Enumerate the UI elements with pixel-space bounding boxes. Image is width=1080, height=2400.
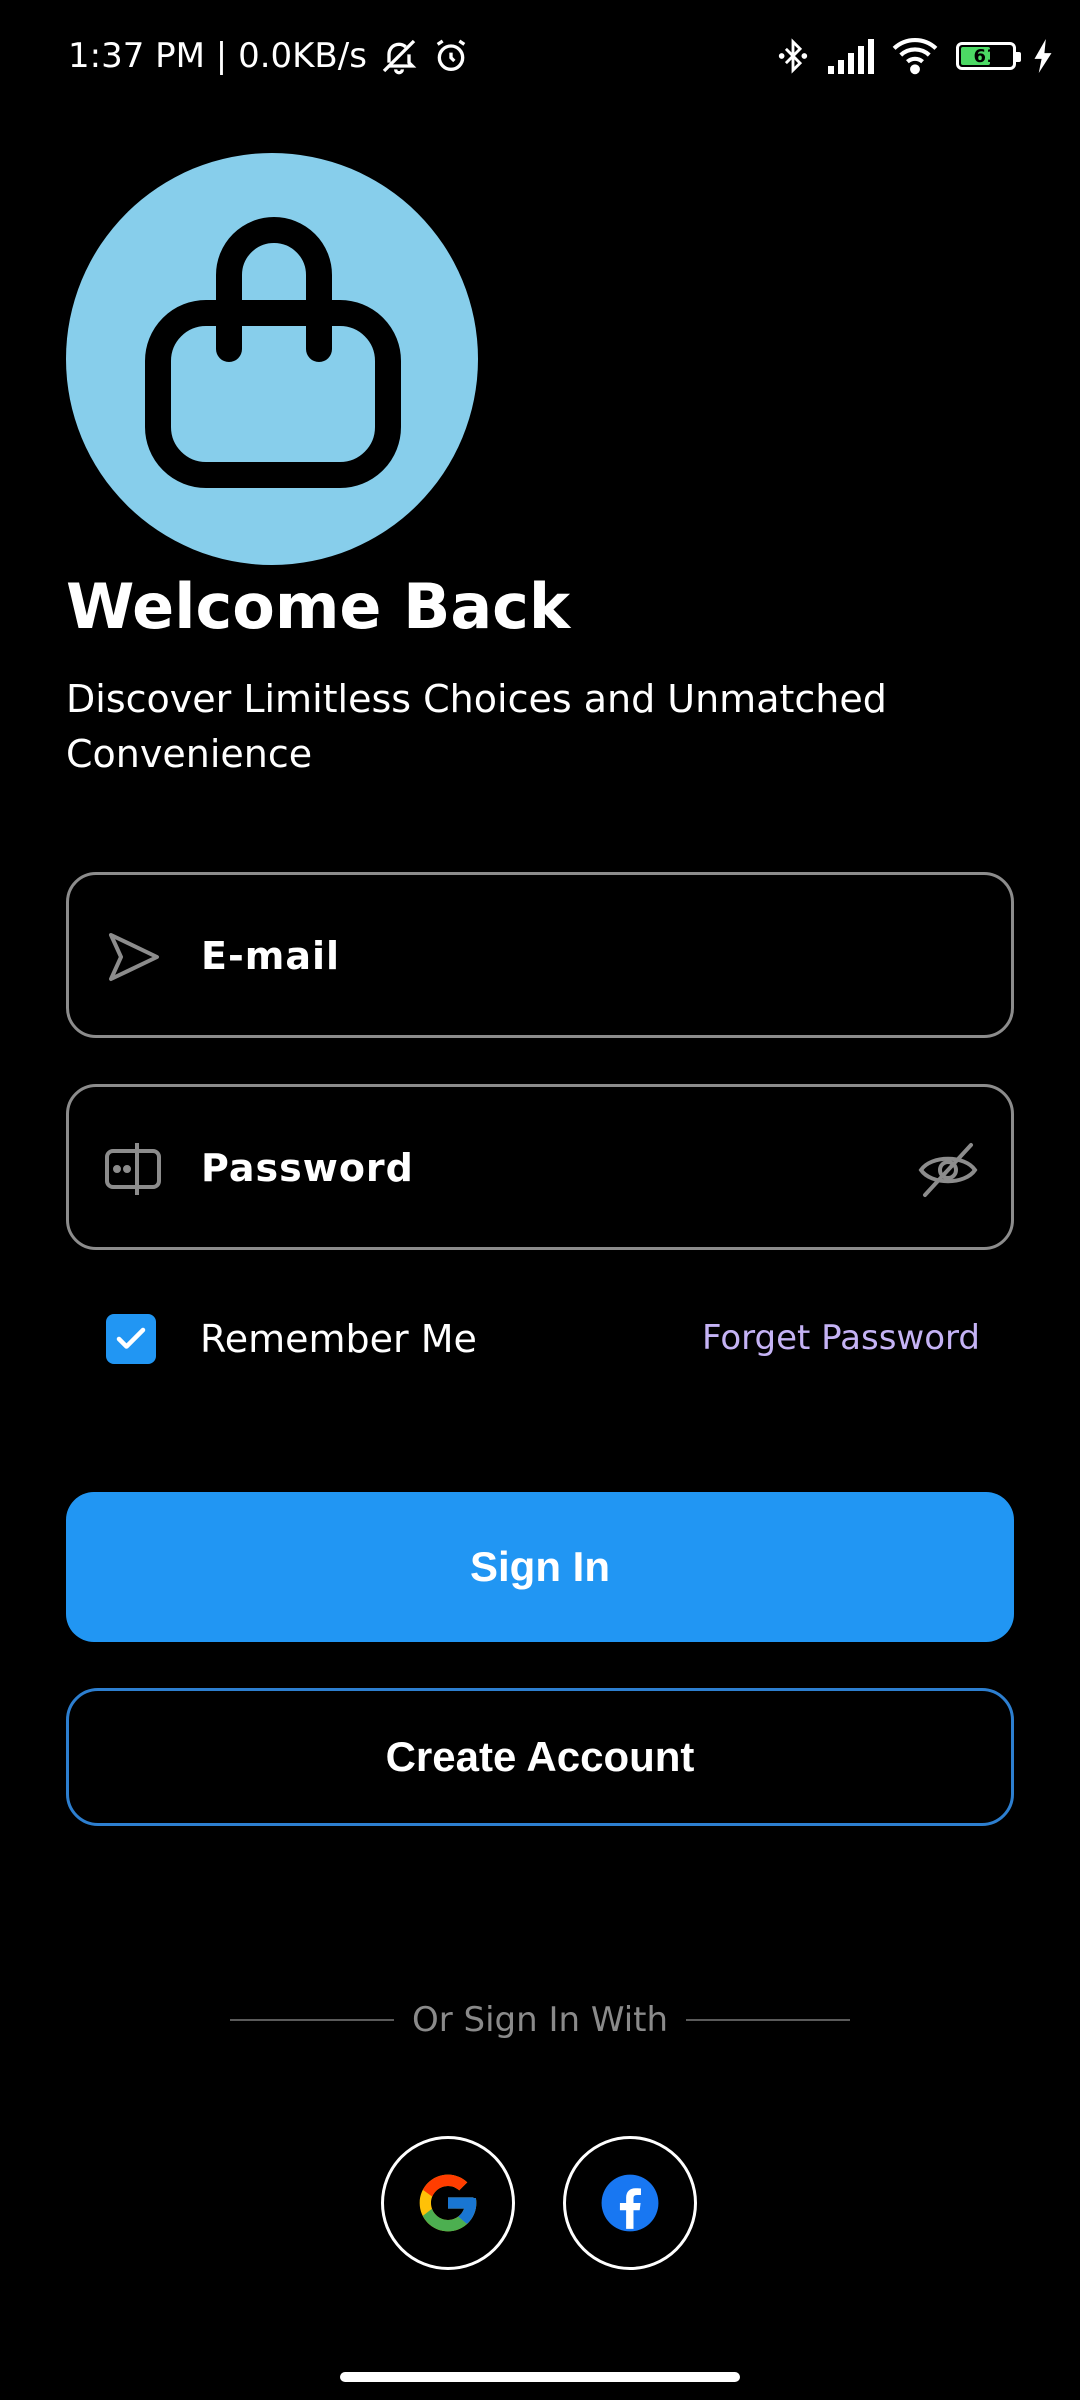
page-title: Welcome Back	[66, 570, 571, 643]
social-divider: Or Sign In With	[230, 2000, 851, 2040]
battery-level: 61	[973, 45, 999, 67]
battery-nub	[1016, 52, 1021, 62]
create-account-button[interactable]: Create Account	[66, 1688, 1014, 1826]
remember-me-label: Remember Me	[200, 1317, 477, 1361]
eye-off-icon[interactable]	[917, 1139, 979, 1201]
forget-password-link[interactable]: Forget Password	[702, 1318, 980, 1358]
wifi-icon	[892, 38, 938, 75]
status-left: 1:37 PM | 0.0KB/s	[68, 36, 471, 76]
password-field[interactable]	[66, 1084, 1014, 1250]
status-bar: 1:37 PM | 0.0KB/s 61	[0, 0, 1080, 120]
status-time: 1:37 PM | 0.0KB/s	[68, 36, 367, 76]
facebook-icon	[601, 2174, 659, 2232]
status-right: 61	[776, 36, 1052, 76]
divider-line-left	[230, 2019, 394, 2021]
sign-in-button[interactable]: Sign In	[66, 1492, 1014, 1642]
send-icon	[109, 933, 159, 981]
shopping-bag-icon	[145, 217, 401, 488]
charging-icon	[1034, 39, 1052, 73]
signal-icon	[828, 39, 874, 74]
alarm-icon	[436, 39, 466, 71]
home-indicator[interactable]	[340, 2372, 740, 2382]
mute-notification-icon	[382, 39, 417, 75]
google-sign-in-button[interactable]	[381, 2136, 515, 2270]
bluetooth-icon	[778, 38, 808, 74]
facebook-sign-in-button[interactable]	[563, 2136, 697, 2270]
divider-text: Or Sign In With	[411, 2000, 669, 2040]
app-logo	[66, 153, 478, 565]
email-field[interactable]	[66, 872, 1014, 1038]
password-icon	[105, 1143, 161, 1195]
remember-me-row[interactable]: Remember Me	[106, 1314, 477, 1364]
check-icon	[116, 1327, 146, 1349]
divider-line-right	[686, 2019, 851, 2021]
battery-icon: 61	[956, 42, 1021, 70]
email-input[interactable]	[199, 915, 843, 997]
password-input[interactable]	[199, 1127, 843, 1209]
google-icon	[419, 2174, 477, 2232]
remember-me-checkbox[interactable]	[106, 1314, 156, 1364]
page-subtitle: Discover Limitless Choices and Unmatched…	[66, 677, 887, 776]
